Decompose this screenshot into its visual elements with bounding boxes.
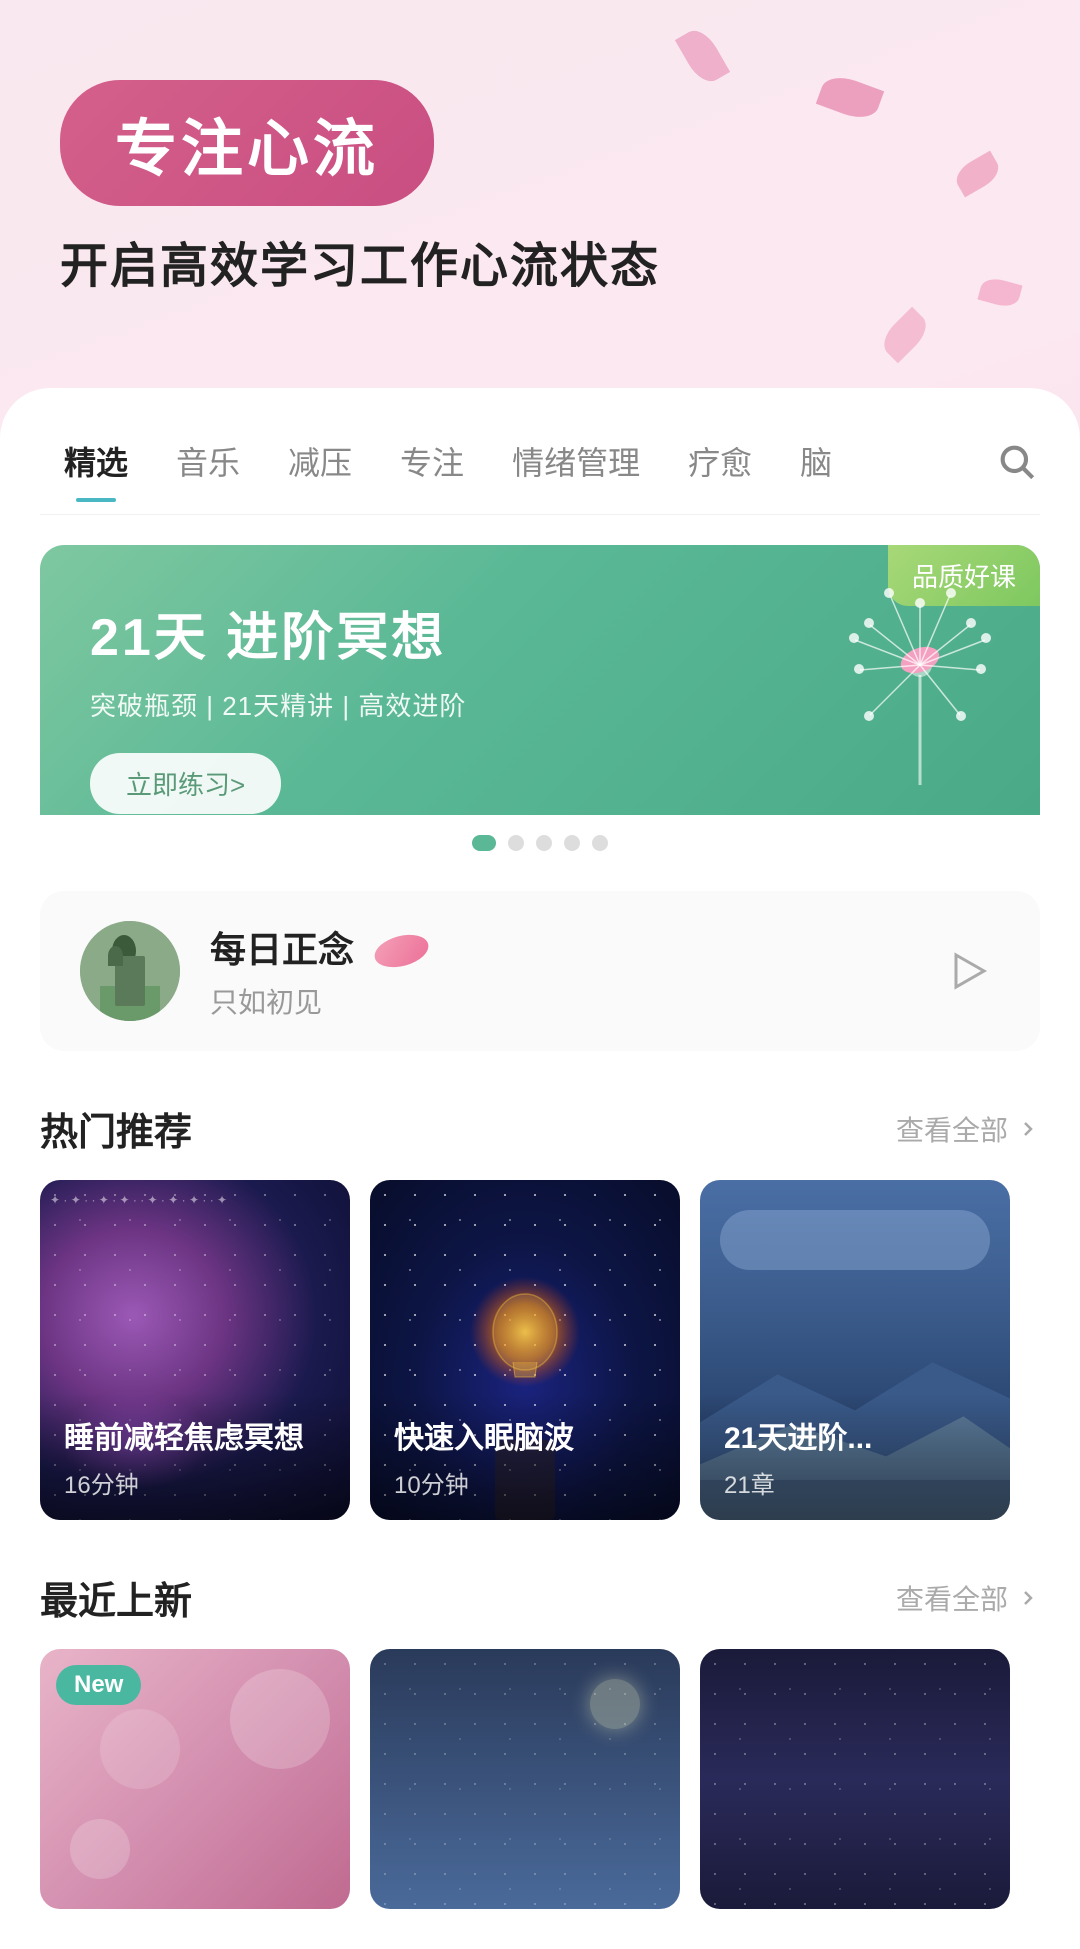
header-subtitle: 开启高效学习工作心流状态	[60, 236, 1020, 298]
daily-info: 每日正念 只如初见	[210, 921, 906, 1021]
bokeh-2	[70, 1819, 130, 1879]
hot-card-3-meta: 21章	[724, 1465, 986, 1500]
hot-card-1-overlay: 睡前减轻焦虑冥想 16分钟	[40, 1393, 350, 1520]
hot-card-3-overlay: 21天进阶... 21章	[700, 1393, 1010, 1520]
tab-music[interactable]: 音乐	[152, 428, 264, 494]
hot-recommendations-more[interactable]: 查看全部	[896, 1109, 1040, 1149]
new-card-2[interactable]	[370, 1649, 680, 1909]
hot-card-1-title: 睡前减轻焦虑冥想	[64, 1413, 326, 1457]
hot-recommendations-header: 热门推荐 查看全部	[0, 1051, 1080, 1180]
tab-healing[interactable]: 疗愈	[664, 428, 776, 494]
tab-jingxuan[interactable]: 精选	[40, 428, 152, 494]
new-section-more[interactable]: 查看全部	[896, 1578, 1040, 1618]
mountain-clouds	[720, 1210, 990, 1270]
banner-dot-1[interactable]	[472, 835, 496, 851]
new-section-title: 最近上新	[40, 1570, 192, 1625]
new-badge-1: New	[56, 1665, 141, 1705]
hot-card-1[interactable]: 睡前减轻焦虑冥想 16分钟	[40, 1180, 350, 1520]
banner-cta-button[interactable]: 立即练习>	[90, 753, 281, 814]
hot-cards-list: 睡前减轻焦虑冥想 16分钟	[0, 1180, 1080, 1520]
bokeh-3	[100, 1709, 180, 1789]
new-cards-list: New	[0, 1649, 1080, 1909]
dandelion-illustration	[830, 565, 1010, 795]
stars-new-3	[700, 1649, 1010, 1909]
hot-card-1-meta: 16分钟	[64, 1465, 326, 1500]
main-card: 精选 音乐 减压 专注 情绪管理 疗愈 脑 品质好课 21天 进阶冥想 突破瓶颈…	[0, 388, 1080, 1949]
new-card-2-bg	[370, 1649, 680, 1909]
tab-divider	[40, 514, 1040, 515]
banner-content: 品质好课 21天 进阶冥想 突破瓶颈 | 21天精讲 | 高效进阶 立即练习>	[40, 545, 1040, 815]
hot-recommendations-title: 热门推荐	[40, 1101, 192, 1156]
banner-dot-5[interactable]	[592, 835, 608, 851]
daily-title: 每日正念	[210, 921, 354, 973]
new-section: 最近上新 查看全部 New	[0, 1520, 1080, 1949]
hot-card-2-title: 快速入眠脑波	[394, 1413, 656, 1457]
daily-subtitle: 只如初见	[210, 981, 906, 1021]
new-card-1[interactable]: New	[40, 1649, 350, 1909]
hot-card-3-title: 21天进阶...	[724, 1413, 986, 1457]
banner-dot-2[interactable]	[508, 835, 524, 851]
banner-section[interactable]: 品质好课 21天 进阶冥想 突破瓶颈 | 21天精讲 | 高效进阶 立即练习>	[40, 545, 1040, 861]
daily-avatar	[80, 921, 180, 1021]
banner-dot-3[interactable]	[536, 835, 552, 851]
header-section: 专注心流 开启高效学习工作心流状态	[0, 0, 1080, 338]
focus-flow-badge: 专注心流	[60, 80, 434, 206]
bokeh-1	[230, 1669, 330, 1769]
new-section-header: 最近上新 查看全部	[0, 1520, 1080, 1649]
play-button[interactable]	[936, 939, 1000, 1003]
tab-navigation: 精选 音乐 减压 专注 情绪管理 疗愈 脑	[0, 388, 1080, 494]
daily-mindfulness-card[interactable]: 每日正念 只如初见	[40, 891, 1040, 1051]
tab-decompression[interactable]: 减压	[264, 428, 376, 494]
hot-card-2-meta: 10分钟	[394, 1465, 656, 1500]
tab-focus[interactable]: 专注	[376, 428, 488, 494]
new-card-3[interactable]	[700, 1649, 1010, 1909]
tab-brain[interactable]: 脑	[776, 428, 856, 494]
petal-inline-icon	[371, 930, 432, 973]
tab-emotion[interactable]: 情绪管理	[488, 428, 664, 494]
banner-pagination	[40, 835, 1040, 851]
hot-card-2-overlay: 快速入眠脑波 10分钟	[370, 1393, 680, 1520]
hot-card-3[interactable]: 21天进阶... 21章	[700, 1180, 1010, 1520]
new-card-3-bg	[700, 1649, 1010, 1909]
banner-dot-4[interactable]	[564, 835, 580, 851]
search-button[interactable]	[992, 437, 1040, 485]
hot-card-2[interactable]: 快速入眠脑波 10分钟	[370, 1180, 680, 1520]
